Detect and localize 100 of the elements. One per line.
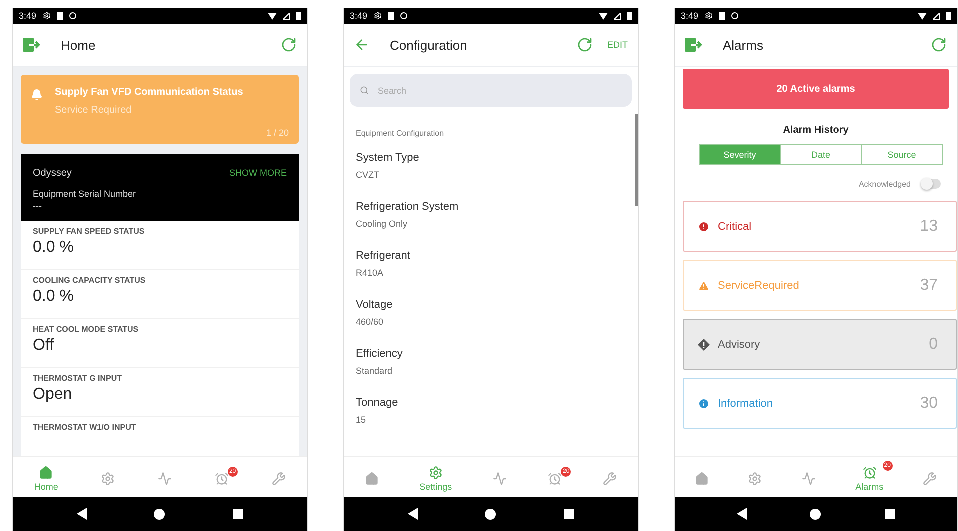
severity-count: 37 xyxy=(920,276,938,294)
settings-icon[interactable] xyxy=(748,472,762,486)
bell-icon xyxy=(31,89,43,101)
segment-tab[interactable]: Severity xyxy=(700,145,780,164)
status-time: 3:49 xyxy=(19,11,37,21)
recents-square-icon[interactable] xyxy=(233,509,244,519)
back-triangle-icon[interactable] xyxy=(736,508,747,520)
signal-icon xyxy=(933,12,940,20)
field-value: CVZT xyxy=(356,170,380,180)
status-time: 3:49 xyxy=(350,11,368,21)
point-value: 0.0 % xyxy=(33,288,75,306)
back-triangle-icon[interactable] xyxy=(76,508,87,520)
severity-count: 30 xyxy=(920,394,938,412)
wifi-icon xyxy=(599,12,608,20)
section-title: Alarm History xyxy=(782,125,850,136)
section-heading: Equipment Configuration xyxy=(356,129,446,138)
severity-card[interactable]: Information 30 xyxy=(683,378,957,429)
search-icon xyxy=(360,86,369,95)
signal-icon xyxy=(283,12,290,20)
refresh-icon[interactable] xyxy=(281,37,297,53)
point-label: THERMOSTAT G INPUT xyxy=(33,374,124,383)
field-value: Cooling Only xyxy=(356,219,409,229)
field-label: Refrigeration System xyxy=(356,201,460,213)
circle-icon xyxy=(68,12,77,20)
wrench-icon[interactable] xyxy=(923,472,938,486)
field-value: Standard xyxy=(356,366,394,376)
sd-card-icon xyxy=(388,12,394,20)
home-icon[interactable] xyxy=(694,472,709,486)
gear-icon xyxy=(42,12,51,20)
point-label: THERMOSTAT W1/O INPUT xyxy=(33,423,138,432)
settings-icon[interactable] xyxy=(428,466,443,480)
wrench-icon[interactable] xyxy=(272,472,286,486)
home-circle-icon[interactable] xyxy=(154,508,166,520)
field-label: Voltage xyxy=(356,299,394,311)
edit-link[interactable]: EDIT xyxy=(607,40,628,50)
point-label: HEAT COOL MODE STATUS xyxy=(33,325,140,334)
serial-label: Equipment Serial Number xyxy=(33,189,138,199)
search-field[interactable]: Search xyxy=(350,74,632,107)
wrench-icon[interactable] xyxy=(603,472,618,486)
battery-icon xyxy=(946,12,951,20)
active-alarms-banner[interactable]: 20 Active alarms xyxy=(683,69,949,109)
recents-square-icon[interactable] xyxy=(564,509,574,519)
severity-count: 0 xyxy=(929,336,938,354)
serial-value: --- xyxy=(33,201,43,211)
settings-icon[interactable] xyxy=(101,472,116,486)
field-value: 460/60 xyxy=(356,317,385,327)
exit-icon[interactable] xyxy=(23,38,41,52)
circle-icon xyxy=(730,12,739,20)
field-label: Tonnage xyxy=(356,397,400,409)
home-icon[interactable] xyxy=(39,466,54,480)
alert-title: Supply Fan VFD Communication Status xyxy=(55,87,244,100)
equipment-name: Odyssey xyxy=(33,168,73,179)
point-value: Off xyxy=(33,337,56,355)
refresh-icon[interactable] xyxy=(577,37,594,53)
wifi-icon xyxy=(918,12,927,20)
nav-tab[interactable]: Home xyxy=(24,460,68,494)
back-triangle-icon[interactable] xyxy=(408,508,418,520)
battery-icon xyxy=(296,12,301,20)
point-value: 0.0 % xyxy=(33,239,75,257)
toggle-switch[interactable] xyxy=(921,179,941,189)
home-circle-icon[interactable] xyxy=(485,508,496,520)
alert-subtitle: Service Required xyxy=(55,105,133,116)
exit-icon[interactable] xyxy=(685,38,703,52)
field-label: Efficiency xyxy=(356,348,404,360)
point-label: COOLING CAPACITY STATUS xyxy=(33,276,147,285)
back-arrow-icon[interactable] xyxy=(354,37,370,53)
field-label: Refrigerant xyxy=(356,250,412,262)
screen-title: Home xyxy=(61,38,96,52)
alert-card[interactable]: Supply Fan VFD Communication Status Service Required 1 / 20 xyxy=(21,75,299,144)
gear-icon xyxy=(704,12,713,20)
refresh-icon[interactable] xyxy=(931,37,947,53)
line-chart-icon[interactable] xyxy=(802,472,816,486)
alarm-clock-icon[interactable] xyxy=(548,472,562,486)
home-icon[interactable] xyxy=(364,472,379,486)
alarm-clock-icon[interactable] xyxy=(214,472,229,486)
signal-icon xyxy=(614,12,621,20)
nav-tab[interactable]: Settings xyxy=(410,460,462,494)
screen-title: Configuration xyxy=(390,38,468,52)
show-more-link[interactable]: SHOW MORE xyxy=(230,168,287,179)
severity-count: 13 xyxy=(920,218,938,236)
line-chart-icon[interactable] xyxy=(493,472,508,486)
severity-card[interactable]: ServiceRequired 37 xyxy=(683,260,957,311)
field-label: System Type xyxy=(356,152,420,164)
alarm-clock-icon[interactable] xyxy=(862,466,877,480)
severity-label: Advisory xyxy=(718,338,762,350)
home-circle-icon[interactable] xyxy=(810,508,822,520)
toggle-label: Acknowledged xyxy=(858,180,911,188)
gear-icon xyxy=(374,12,382,20)
sd-card-icon xyxy=(56,12,63,20)
circle-icon xyxy=(400,12,408,20)
point-label: SUPPLY FAN SPEED STATUS xyxy=(33,227,146,236)
recents-square-icon[interactable] xyxy=(885,509,896,519)
severity-card[interactable]: Critical 13 xyxy=(683,201,957,252)
line-chart-icon[interactable] xyxy=(158,472,172,486)
status-time: 3:49 xyxy=(681,11,699,21)
point-value: Open xyxy=(33,386,74,404)
severity-label: ServiceRequired xyxy=(718,280,800,292)
severity-card[interactable]: Advisory 0 xyxy=(683,319,957,370)
severity-label: Information xyxy=(718,398,774,410)
scrollbar[interactable] xyxy=(635,114,638,206)
